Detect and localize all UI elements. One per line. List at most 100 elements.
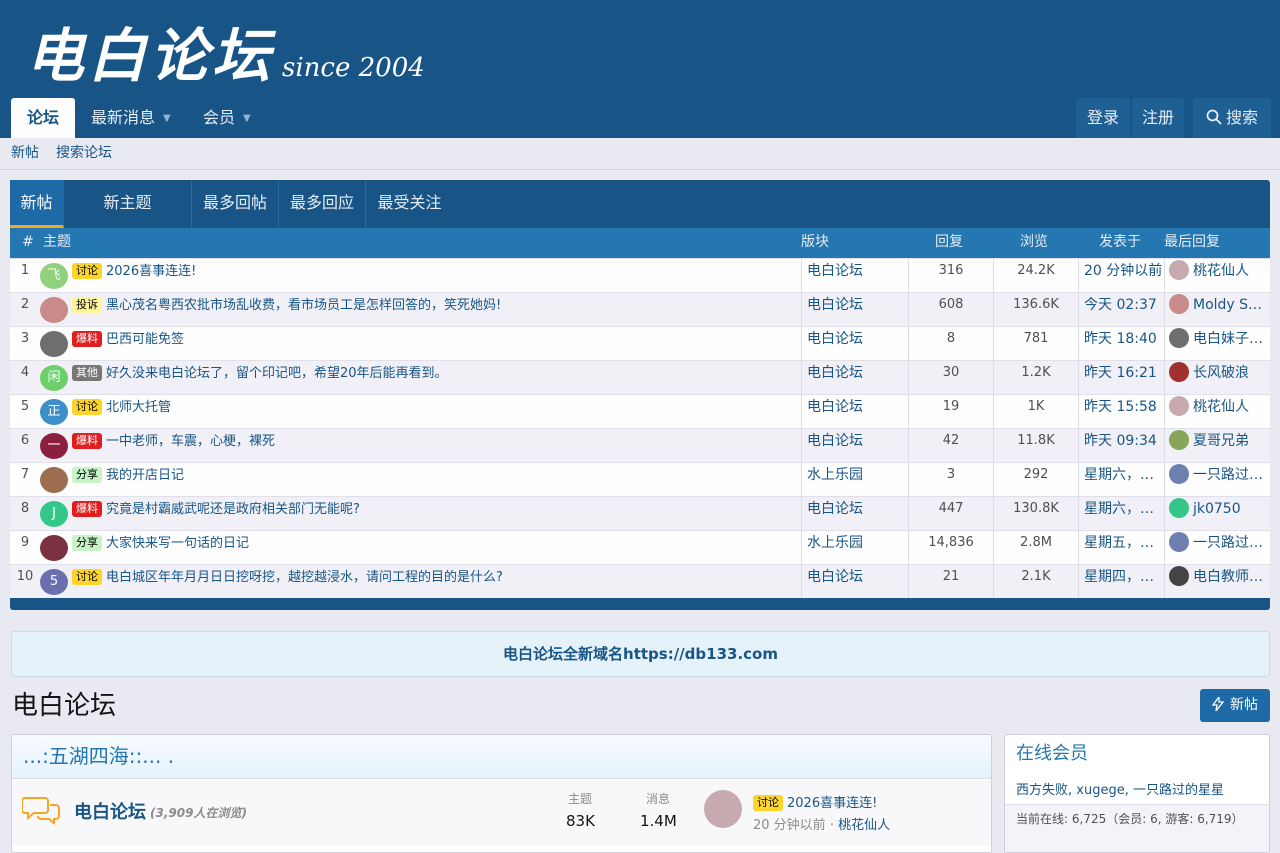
thread-title-cell[interactable]: 讨论 2026喜事连连! — [72, 259, 797, 292]
thread-title-cell[interactable]: 分享 大家快来写一句话的日记 — [72, 531, 797, 564]
thread-title-cell[interactable]: 分享 我的开店日记 — [72, 463, 797, 496]
forum-link[interactable]: 电白论坛 — [801, 293, 908, 326]
last-reply-name: Moldy So… — [1193, 297, 1270, 313]
replies-count: 21 — [908, 565, 993, 598]
last-reply-user[interactable]: 夏哥兄弟 — [1164, 429, 1270, 462]
subnav-new-posts[interactable]: 新帖 — [11, 138, 39, 169]
posted-date[interactable]: 星期六，… — [1078, 497, 1164, 530]
avatar[interactable]: 5 — [40, 569, 68, 595]
chevron-down-icon[interactable]: ▼ — [163, 99, 171, 139]
forum-link[interactable]: 水上乐园 — [801, 463, 908, 496]
search-label: 搜索 — [1225, 108, 1258, 127]
forum-name-link[interactable]: 电白论坛 — [74, 798, 146, 824]
prefix-badge: 其他 — [72, 365, 102, 381]
forum-link[interactable]: 电白论坛 — [801, 429, 908, 462]
chevron-down-icon[interactable]: ▼ — [243, 99, 251, 139]
posted-date[interactable]: 星期五，… — [1078, 531, 1164, 564]
subnav-search-forums[interactable]: 搜索论坛 — [56, 138, 112, 169]
posted-date[interactable]: 星期四，… — [1078, 565, 1164, 598]
avatar[interactable] — [40, 535, 68, 561]
nav-tab-whats-new[interactable]: 最新消息 ▼ — [91, 98, 171, 138]
latest-user[interactable]: 桃花仙人 — [838, 818, 890, 833]
avatar[interactable]: J — [40, 501, 68, 527]
thread-title-cell[interactable]: 爆料 巴西可能免签 — [72, 327, 797, 360]
avatar[interactable]: 一 — [40, 433, 68, 459]
posted-date[interactable]: 昨天 18:40 — [1078, 327, 1164, 360]
avatar[interactable] — [40, 297, 68, 323]
tab-new-threads[interactable]: 新主题 — [64, 180, 192, 228]
tab-new-posts[interactable]: 新帖 — [10, 180, 64, 228]
avatar[interactable]: 飞 — [40, 263, 68, 289]
last-reply-user[interactable]: 电白妹子… — [1164, 327, 1270, 360]
last-reply-name: 电白教师… — [1193, 569, 1263, 585]
table-row: 10 5 讨论 电白城区年年月月日日挖呀挖，越挖越浸水，请问工程的目的是什么? 电白论坛… — [10, 564, 1270, 598]
nav-tab-forum[interactable]: 论坛 — [11, 98, 75, 138]
latest-time: 20 分钟以前 — [753, 818, 826, 833]
lightning-icon — [1211, 695, 1225, 712]
new-thread-button[interactable]: 新帖 — [1200, 689, 1270, 722]
thread-title-cell[interactable]: 讨论 电白城区年年月月日日挖呀挖，越挖越浸水，请问工程的目的是什么? — [72, 565, 797, 598]
posted-date[interactable]: 今天 02:37 — [1078, 293, 1164, 326]
latest-thread[interactable]: 讨论 2026喜事连连! — [753, 792, 877, 811]
posted-date[interactable]: 20 分钟以前 — [1078, 259, 1164, 292]
forum-link[interactable]: 电白论坛 — [801, 497, 908, 530]
forum-link[interactable]: 电白论坛 — [801, 395, 908, 428]
category-title[interactable]: ...:五湖四海::... . — [12, 735, 991, 779]
category-block: ...:五湖四海::... . 电白论坛 (3,909人在浏览) 主题 83K … — [11, 734, 992, 853]
thread-title-cell[interactable]: 投诉 黑心茂名粤西农批市场乱收费，看市场员工是怎样回答的，笑死她妈! — [72, 293, 797, 326]
online-members-block: 在线会员 西方失败, xugege, 一只路过的星星 当前在线: 6,725（会… — [1004, 734, 1270, 853]
avatar[interactable]: 闲 — [40, 365, 68, 391]
col-num: # — [22, 234, 34, 250]
last-reply-name: 桃花仙人 — [1193, 263, 1249, 279]
forum-link[interactable]: 电白论坛 — [801, 259, 908, 292]
thread-title-cell[interactable]: 爆料 究竟是村霸威武呢还是政府相关部门无能呢? — [72, 497, 797, 530]
last-reply-name: 一只路过… — [1193, 535, 1263, 551]
nav-tab-members-label: 会员 — [203, 108, 236, 127]
tab-most-reactions[interactable]: 最多回应 — [279, 180, 366, 228]
avatar[interactable] — [40, 467, 68, 493]
register-button[interactable]: 注册 — [1132, 98, 1184, 138]
login-button[interactable]: 登录 — [1076, 98, 1130, 138]
col-last-reply: 最后回复 — [1164, 234, 1220, 250]
forum-link[interactable]: 电白论坛 — [801, 327, 908, 360]
site-logo[interactable]: 电白论坛 since 2004 — [26, 8, 425, 96]
thread-title-cell[interactable]: 其他 好久没来电白论坛了，留个印记吧，希望20年后能再看到。 — [72, 361, 797, 394]
avatar — [1169, 362, 1189, 382]
last-reply-user[interactable]: 一只路过… — [1164, 463, 1270, 496]
forum-link[interactable]: 电白论坛 — [801, 361, 908, 394]
latest-meta: 20 分钟以前 · 桃花仙人 — [753, 814, 890, 833]
last-reply-user[interactable]: Moldy So… — [1164, 293, 1270, 326]
posted-date[interactable]: 星期六，… — [1078, 463, 1164, 496]
tab-most-watched[interactable]: 最受关注 — [366, 180, 453, 228]
posted-date[interactable]: 昨天 09:34 — [1078, 429, 1164, 462]
latest-meta-separator: · — [829, 818, 834, 833]
search-button[interactable]: 搜索 — [1193, 98, 1271, 138]
posted-date[interactable]: 昨天 16:21 — [1078, 361, 1164, 394]
thread-title-cell[interactable]: 爆料 一中老师，车震，心梗，裸死 — [72, 429, 797, 462]
views-count: 781 — [993, 327, 1078, 360]
thread-title: 北师大托管 — [106, 400, 172, 415]
last-reply-user[interactable]: 一只路过… — [1164, 531, 1270, 564]
table-row: 5 正讨论 北师大托管 电白论坛 19 1K 昨天 15:58 桃花仙人 — [10, 394, 1270, 428]
last-reply-user[interactable]: jk0750 — [1164, 497, 1270, 530]
nav-tab-members[interactable]: 会员 ▼ — [203, 98, 251, 138]
avatar[interactable]: 正 — [40, 399, 68, 425]
tab-most-replies[interactable]: 最多回帖 — [192, 180, 279, 228]
prefix-badge: 爆料 — [72, 331, 102, 347]
posted-date[interactable]: 昨天 15:58 — [1078, 395, 1164, 428]
col-replies: 回复 — [935, 234, 963, 250]
online-stats: 当前在线: 6,725（会员: 6, 游客: 6,719） — [1005, 805, 1269, 852]
row-number: 4 — [20, 365, 30, 380]
avatar[interactable] — [40, 331, 68, 357]
forum-link[interactable]: 水上乐园 — [801, 531, 908, 564]
thread-title-cell[interactable]: 讨论 北师大托管 — [72, 395, 797, 428]
last-reply-user[interactable]: 桃花仙人 — [1164, 395, 1270, 428]
online-member-list[interactable]: 西方失败, xugege, 一只路过的星星 — [1005, 775, 1269, 805]
thread-title: 一中老师，车震，心梗，裸死 — [106, 434, 276, 449]
last-reply-user[interactable]: 长风破浪 — [1164, 361, 1270, 394]
last-reply-user[interactable]: 桃花仙人 — [1164, 259, 1270, 292]
last-reply-user[interactable]: 电白教师… — [1164, 565, 1270, 598]
latest-poster-avatar[interactable] — [704, 790, 742, 828]
forum-link[interactable]: 电白论坛 — [801, 565, 908, 598]
table-row: 1 飞讨论 2026喜事连连! 电白论坛 316 24.2K 20 分钟以前 桃花仙人 — [10, 258, 1270, 292]
